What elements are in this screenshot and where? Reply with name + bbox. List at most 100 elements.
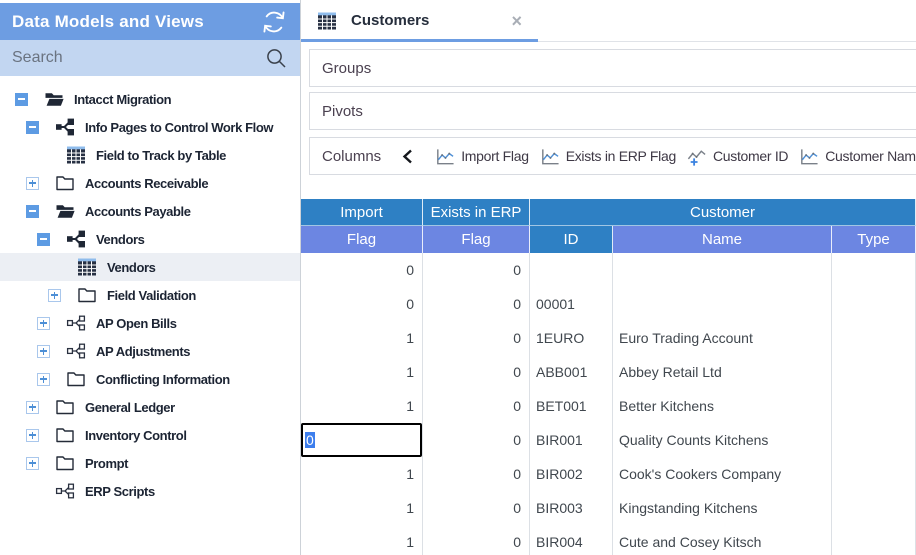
- expand-icon[interactable]: [26, 177, 39, 190]
- tree-item-general-ledger[interactable]: General Ledger: [0, 393, 300, 421]
- tree-item-field-validation[interactable]: Field Validation: [0, 281, 300, 309]
- tree-item-prompt[interactable]: Prompt: [0, 449, 300, 477]
- cell-exists-flag[interactable]: 0: [423, 457, 530, 491]
- search-input[interactable]: Search: [0, 40, 300, 76]
- cell-import-flag[interactable]: 1: [301, 525, 423, 555]
- expand-icon[interactable]: [37, 345, 50, 358]
- cell-customer-name[interactable]: Abbey Retail Ltd: [613, 355, 832, 389]
- column-chip-customer-id[interactable]: Customer ID: [686, 146, 788, 167]
- cell-import-flag[interactable]: 1: [301, 457, 423, 491]
- tree-item-intacct-migration[interactable]: Intacct Migration: [0, 85, 300, 113]
- cell-customer-name[interactable]: [613, 287, 832, 321]
- cell-customer-id[interactable]: ABB001: [530, 355, 613, 389]
- cell-customer-id[interactable]: BIR003: [530, 491, 613, 525]
- chevron-left-icon[interactable]: [402, 149, 413, 164]
- tree-item-conflicting-information[interactable]: Conflicting Information: [0, 365, 300, 393]
- cell-exists-flag[interactable]: 0: [423, 423, 530, 457]
- cell-import-flag[interactable]: 0: [301, 423, 423, 457]
- cell-exists-flag[interactable]: 0: [423, 287, 530, 321]
- cell-customer-id[interactable]: BIR002: [530, 457, 613, 491]
- cell-customer-id[interactable]: [530, 253, 613, 287]
- folder-open-icon: [44, 89, 64, 109]
- tree-item-accounts-receivable[interactable]: Accounts Receivable: [0, 169, 300, 197]
- pivots-bar[interactable]: Pivots: [309, 92, 916, 130]
- column-header-import-flag[interactable]: Flag: [301, 226, 423, 253]
- cell-editor[interactable]: 0: [301, 423, 422, 457]
- cell-import-flag[interactable]: 1: [301, 389, 423, 423]
- column-header-exists-flag[interactable]: Flag: [423, 226, 530, 253]
- cell-customer-name[interactable]: Cook's Cookers Company: [613, 457, 832, 491]
- cell-customer-type[interactable]: [832, 287, 916, 321]
- cell-exists-flag[interactable]: 0: [423, 491, 530, 525]
- cell-exists-flag[interactable]: 0: [423, 389, 530, 423]
- tree-item-field-to-track-by-table[interactable]: Field to Track by Table: [0, 141, 300, 169]
- view-filled-icon: [66, 229, 86, 249]
- collapse-icon[interactable]: [37, 233, 50, 246]
- collapse-icon[interactable]: [26, 205, 39, 218]
- expand-icon[interactable]: [26, 401, 39, 414]
- column-chip-customer-name[interactable]: Customer Name: [798, 146, 916, 167]
- cell-exists-flag[interactable]: 0: [423, 355, 530, 389]
- cell-customer-name[interactable]: Quality Counts Kitchens: [613, 423, 832, 457]
- tree-item-ap-open-bills[interactable]: AP Open Bills: [0, 309, 300, 337]
- cell-customer-id[interactable]: 00001: [530, 287, 613, 321]
- cell-customer-id[interactable]: BET001: [530, 389, 613, 423]
- column-chip-import-flag[interactable]: Import Flag: [434, 146, 529, 167]
- tree-item-vendors[interactable]: Vendors: [0, 253, 300, 281]
- tree-item-info-pages-to-control-work-flow[interactable]: Info Pages to Control Work Flow: [0, 113, 300, 141]
- refresh-icon[interactable]: [260, 8, 288, 36]
- collapse-icon[interactable]: [26, 121, 39, 134]
- column-header-id[interactable]: ID: [530, 226, 613, 253]
- collapse-icon[interactable]: [15, 93, 28, 106]
- cell-import-flag[interactable]: 1: [301, 491, 423, 525]
- cell-customer-name[interactable]: [613, 253, 832, 287]
- table-row: 0000001: [301, 287, 916, 321]
- cell-customer-id[interactable]: BIR001: [530, 423, 613, 457]
- cell-customer-id[interactable]: BIR004: [530, 525, 613, 555]
- expand-icon[interactable]: [37, 317, 50, 330]
- groups-bar[interactable]: Groups: [309, 49, 916, 87]
- close-icon[interactable]: ×: [511, 12, 522, 30]
- cell-exists-flag[interactable]: 0: [423, 321, 530, 355]
- expand-icon[interactable]: [26, 429, 39, 442]
- tree-item-label: Field to Track by Table: [96, 148, 226, 163]
- cell-exists-flag[interactable]: 0: [423, 525, 530, 555]
- tree-item-erp-scripts[interactable]: ERP Scripts: [0, 477, 300, 505]
- cell-customer-type[interactable]: [832, 253, 916, 287]
- tree-item-accounts-payable[interactable]: Accounts Payable: [0, 197, 300, 225]
- cell-import-flag[interactable]: 0: [301, 253, 423, 287]
- column-chip-exists-in-erp-flag[interactable]: Exists in ERP Flag: [539, 146, 676, 167]
- cell-customer-type[interactable]: [832, 423, 916, 457]
- cell-customer-type[interactable]: [832, 355, 916, 389]
- tree-item-inventory-control[interactable]: Inventory Control: [0, 421, 300, 449]
- column-header-type[interactable]: Type: [832, 226, 916, 253]
- column-header-name[interactable]: Name: [613, 226, 832, 253]
- expand-icon[interactable]: [26, 457, 39, 470]
- expand-icon[interactable]: [37, 373, 50, 386]
- cell-customer-type[interactable]: [832, 491, 916, 525]
- tab-customers[interactable]: Customers ×: [301, 0, 538, 41]
- cell-customer-type[interactable]: [832, 389, 916, 423]
- cell-import-flag[interactable]: 1: [301, 321, 423, 355]
- tab-bar: Customers ×: [301, 0, 916, 42]
- cell-customer-name[interactable]: Cute and Cosey Kitsch: [613, 525, 832, 555]
- view-outline-icon: [55, 481, 75, 501]
- cell-customer-name[interactable]: Kingstanding Kitchens: [613, 491, 832, 525]
- tree-item-label: Vendors: [107, 260, 156, 275]
- cell-customer-type[interactable]: [832, 525, 916, 555]
- search-icon[interactable]: [264, 46, 288, 70]
- cell-customer-name[interactable]: Euro Trading Account: [613, 321, 832, 355]
- tree-item-label: Field Validation: [107, 288, 196, 303]
- cell-customer-id[interactable]: 1EURO: [530, 321, 613, 355]
- tree-item-ap-adjustments[interactable]: AP Adjustments: [0, 337, 300, 365]
- expand-icon[interactable]: [48, 289, 61, 302]
- tree-item-label: Accounts Receivable: [85, 176, 208, 191]
- cell-exists-flag[interactable]: 0: [423, 253, 530, 287]
- cell-customer-type[interactable]: [832, 321, 916, 355]
- cell-import-flag[interactable]: 1: [301, 355, 423, 389]
- tree-item-vendors[interactable]: Vendors: [0, 225, 300, 253]
- cell-import-flag[interactable]: 0: [301, 287, 423, 321]
- cell-customer-type[interactable]: [832, 457, 916, 491]
- cell-customer-name[interactable]: Better Kitchens: [613, 389, 832, 423]
- tab-label: Customers: [351, 12, 511, 29]
